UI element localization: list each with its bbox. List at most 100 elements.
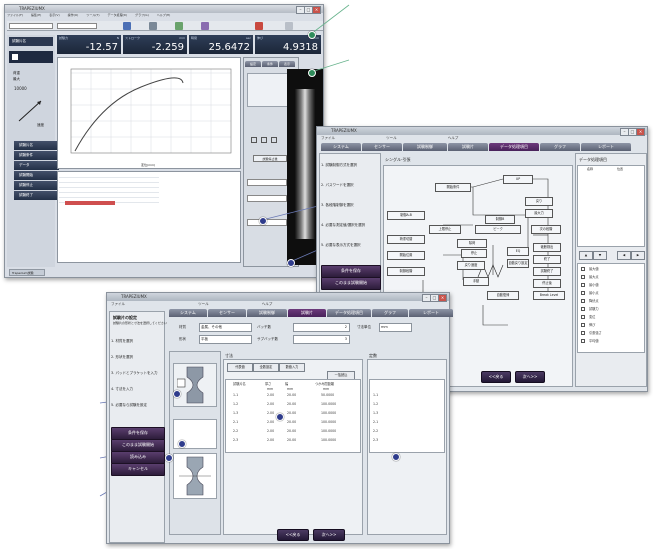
table-cell[interactable]: 100.0000 [321,429,336,433]
flow-break-level[interactable]: Break Level [533,291,565,300]
table-cell-name[interactable]: 2-3 [233,438,238,442]
batch-field[interactable]: 2 [293,323,350,332]
menu-edit[interactable]: 編集(E) [31,13,41,17]
table-cell[interactable]: 100.0000 [321,402,336,406]
tab-graph[interactable]: グラフ [540,143,580,151]
flow-peak[interactable]: ピーク [475,225,521,234]
save-icon[interactable] [123,22,131,30]
table-cell[interactable]: 2.00 [267,429,274,433]
table-cell[interactable]: 20.00 [287,402,296,406]
flow-auto-return-enable[interactable]: 自動戻り設定 [507,259,529,268]
table-cell-name[interactable]: 1-3 [233,411,238,415]
menu-tools[interactable]: ツール(T) [86,13,99,17]
side-icon-c[interactable] [271,137,277,143]
menu-help[interactable]: ヘルプ [448,136,459,140]
flow-test-end[interactable]: 試験終了 [533,267,561,276]
move-right-button[interactable]: ▶ [631,251,645,260]
next-button[interactable]: 次へ>> [313,529,345,541]
toolbar-dropdown[interactable] [9,23,53,29]
flow-return[interactable]: 戻り [525,197,553,206]
move-down-button[interactable]: ▼ [593,251,607,260]
after-stop-button[interactable]: 試験停止後 [253,155,287,162]
tab-data-processing[interactable]: データ処理項目 [489,143,539,151]
flow-start[interactable]: 開始条件 [435,183,471,192]
tab-system[interactable]: システム [321,143,361,151]
table-cell[interactable]: 100.0000 [321,438,336,442]
table-cell[interactable]: 100.0000 [321,420,336,424]
back-button[interactable]: <<戻る [481,371,511,383]
tab-report[interactable]: レポート [409,309,453,317]
side-icon-a[interactable] [251,137,257,143]
tab-sensor[interactable]: センサー [362,143,402,151]
toolbar-dropdown-2[interactable] [57,23,97,29]
left-button-conditions[interactable]: 試験条件 [14,151,59,160]
table-cell[interactable]: 20.00 [287,411,296,415]
table-cell-name[interactable]: 1-2 [233,402,238,406]
flow-end[interactable]: 終了 [533,255,561,264]
table-cell[interactable]: 20.00 [287,438,296,442]
menu-data[interactable]: データ処理(D) [107,13,127,17]
side-tab-settings[interactable]: 設定 [245,61,261,67]
tab-data-processing[interactable]: データ処理項目 [327,309,371,317]
checkbox[interactable] [581,283,585,287]
table-cell[interactable]: 100.0000 [321,411,336,415]
side-icon-b[interactable] [261,137,267,143]
flow-control-step[interactable]: 制御段階 [387,267,425,276]
table-cell[interactable]: 20.00 [287,420,296,424]
menu-graph[interactable]: グラフ(G) [135,13,149,17]
dim-button-input[interactable]: 数値入力 [279,363,305,372]
flow-switch-load[interactable]: 荷重切替 [387,235,425,244]
back-button[interactable]: <<戻る [277,529,309,541]
checkbox[interactable] [581,291,585,295]
table-cell[interactable]: 2.00 [267,411,274,415]
table-cell[interactable]: 2.00 [267,420,274,424]
left-button-start[interactable]: 試験開始 [14,171,59,180]
left-button-specimen[interactable]: 試験片名 [14,141,59,150]
close-button[interactable]: × [636,128,645,136]
checkbox[interactable] [581,275,585,279]
flow-manual[interactable]: 手動 [463,277,489,286]
print-icon[interactable] [149,22,157,30]
flow-break-detect[interactable]: 破断検出 [533,243,561,252]
flow-next-step[interactable]: 次の段階 [531,225,561,234]
side-field-1[interactable] [247,179,287,186]
const-row[interactable]: 2-1 [373,420,378,424]
left-button-end[interactable]: 試験終了 [14,191,59,200]
menu-file[interactable]: ファイル(F) [7,13,23,17]
flow-auto-return[interactable]: 自動復帰 [487,291,519,300]
tab-test-control[interactable]: 試験制御 [403,143,447,151]
results-selected-row[interactable] [65,201,115,205]
table-cell[interactable]: 2.00 [267,438,274,442]
side-field-2[interactable] [247,195,287,202]
side-tab-display[interactable]: 表示 [279,61,295,67]
tab-graph[interactable]: グラフ [372,309,408,317]
checkbox[interactable] [581,331,585,335]
flow-max-force[interactable]: 最大力 [525,209,553,218]
tab-system[interactable]: システム [169,309,207,317]
left-button-stop[interactable]: 試験停止 [14,181,59,190]
checkbox[interactable] [581,267,585,271]
material-select[interactable]: 金属、その他 [199,323,252,332]
flow-after-stop[interactable]: 停止後 [533,279,561,288]
left-button-data[interactable]: データ [14,161,59,170]
next-button[interactable]: 次へ>> [515,371,545,383]
const-row[interactable]: 2-2 [373,429,378,433]
flow-stop[interactable]: 停止 [461,249,487,258]
checkbox[interactable] [581,339,585,343]
menu-help[interactable]: ヘルプ(H) [157,13,171,17]
flow-eq[interactable]: EQ [507,247,529,256]
table-cell-name[interactable]: 2-2 [233,429,238,433]
flow-control-ab[interactable]: 制御A-B [387,211,425,220]
flow-start-pos[interactable]: 開始位置 [387,251,425,260]
dim-button-all[interactable]: 全数設定 [253,363,279,372]
settings-icon[interactable] [201,22,209,30]
cancel-button[interactable]: キャンセル [111,463,165,476]
menu-tools[interactable]: ツール [386,136,397,140]
tab-report[interactable]: レポート [581,143,631,151]
exit-icon[interactable] [285,22,293,30]
table-cell[interactable]: 20.00 [287,393,296,397]
subbatch-field[interactable]: 3 [293,335,350,344]
table-cell-name[interactable]: 2-1 [233,420,238,424]
flow-return-speed[interactable]: 戻り速度 [457,261,485,270]
start-test-button[interactable]: このまま試験開始 [321,277,381,290]
